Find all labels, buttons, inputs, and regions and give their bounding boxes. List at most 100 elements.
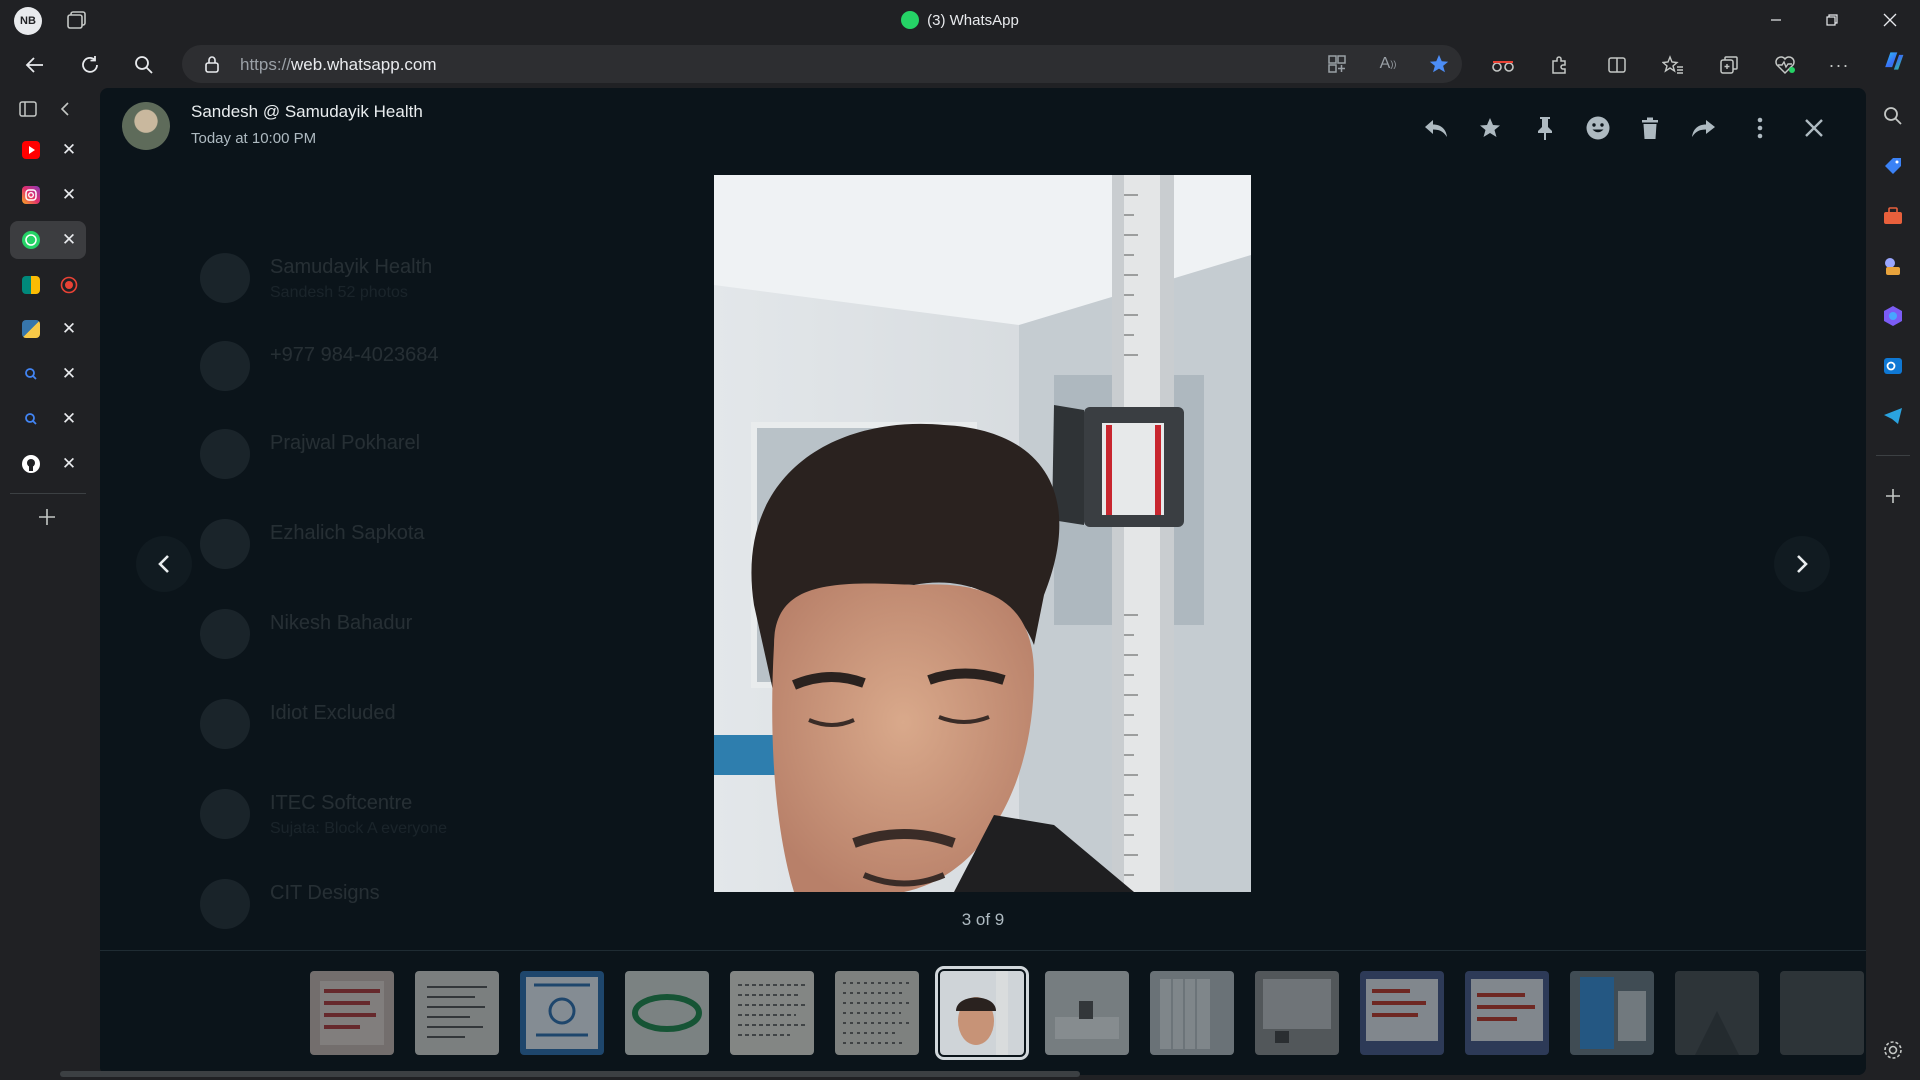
whatsapp-icon xyxy=(901,11,920,29)
vertical-tab-bar: ✕ ✕ ✕ ✕ ✕ ✕ ✕ xyxy=(0,88,96,1080)
list-item: Idiot Excluded xyxy=(200,694,760,754)
extensions-icon[interactable] xyxy=(1546,52,1572,78)
tab-youtube[interactable]: ✕ xyxy=(10,131,86,169)
tools-icon[interactable] xyxy=(1881,204,1905,228)
previous-media-button[interactable] xyxy=(136,536,192,592)
tab-actions-icon[interactable] xyxy=(18,100,38,123)
refresh-button[interactable] xyxy=(75,50,105,80)
settings-more-icon[interactable]: ··· xyxy=(1826,52,1852,78)
favorite-star-icon[interactable] xyxy=(1426,51,1452,77)
games-icon[interactable] xyxy=(1881,254,1905,278)
github-icon xyxy=(22,455,40,473)
add-sidebar-app-icon[interactable] xyxy=(1881,484,1905,508)
horizontal-scrollbar[interactable] xyxy=(60,1071,1080,1077)
list-item: +977 984-4023684 xyxy=(200,336,760,396)
apps-icon[interactable] xyxy=(1324,51,1350,77)
media-viewer: Samudayik Health Sandesh 52 photos +977 9… xyxy=(100,88,1866,1075)
divider xyxy=(1876,455,1910,456)
recording-indicator-icon[interactable] xyxy=(58,274,80,296)
forward-icon[interactable] xyxy=(1686,110,1722,146)
list-item: ITEC Softcentre Sujata: Block A everyone xyxy=(200,784,760,844)
close-tab-icon[interactable]: ✕ xyxy=(58,184,80,206)
search-icon[interactable] xyxy=(129,50,159,80)
thumbnail[interactable] xyxy=(1255,971,1339,1055)
list-item: Ezhalich Sapkota xyxy=(200,514,760,574)
tab-search-2[interactable]: ✕ xyxy=(10,400,86,438)
close-tab-icon[interactable]: ✕ xyxy=(58,408,80,430)
close-tab-icon[interactable]: ✕ xyxy=(58,453,80,475)
reply-icon[interactable] xyxy=(1418,110,1454,146)
divider xyxy=(10,493,86,494)
copilot-icon[interactable] xyxy=(1880,48,1906,74)
close-viewer-icon[interactable] xyxy=(1796,110,1832,146)
thumbnail-selected[interactable] xyxy=(935,966,1029,1060)
tab-python[interactable]: ✕ xyxy=(10,310,86,348)
thumbnail[interactable] xyxy=(1780,971,1864,1055)
thumbnail[interactable] xyxy=(1045,971,1129,1055)
close-window-button[interactable] xyxy=(1870,8,1910,32)
collapse-tabs-icon[interactable] xyxy=(58,100,72,123)
thumbnail[interactable] xyxy=(1570,971,1654,1055)
emoji-icon[interactable] xyxy=(1580,110,1616,146)
python-icon xyxy=(22,320,40,338)
sender-name[interactable]: Sandesh @ Samudayik Health xyxy=(191,102,423,122)
google-meet-icon xyxy=(22,276,40,294)
tab-github[interactable]: ✕ xyxy=(10,445,86,483)
shopping-tag-icon[interactable] xyxy=(1881,154,1905,178)
thumbnail[interactable] xyxy=(1465,971,1549,1055)
close-tab-icon[interactable]: ✕ xyxy=(58,318,80,340)
thumbnail[interactable] xyxy=(1360,971,1444,1055)
media-image xyxy=(714,175,1251,892)
close-tab-icon[interactable]: ✕ xyxy=(58,363,80,385)
tab-whatsapp[interactable]: ✕ xyxy=(10,221,86,259)
restore-button[interactable] xyxy=(1812,8,1852,32)
message-timestamp: Today at 10:00 PM xyxy=(191,130,317,147)
url-text[interactable]: https://web.whatsapp.com xyxy=(240,55,437,75)
tab-google-meet[interactable] xyxy=(10,266,86,304)
star-icon[interactable] xyxy=(1472,110,1508,146)
lock-icon[interactable] xyxy=(204,55,220,78)
copilot-app-icon[interactable] xyxy=(1881,304,1905,328)
search-icon xyxy=(22,365,40,383)
sender-avatar[interactable] xyxy=(122,102,170,150)
thumbnail[interactable] xyxy=(415,971,499,1055)
new-tab-button[interactable] xyxy=(36,506,58,533)
pin-icon[interactable] xyxy=(1527,110,1563,146)
thumbnail-strip xyxy=(100,950,1866,1075)
address-bar[interactable]: https://web.whatsapp.com A)) xyxy=(182,45,1462,83)
favorites-icon[interactable] xyxy=(1660,52,1686,78)
minimize-button[interactable] xyxy=(1756,8,1796,32)
thumbnail[interactable] xyxy=(1150,971,1234,1055)
thumbnail[interactable] xyxy=(520,971,604,1055)
thumbnail[interactable] xyxy=(835,971,919,1055)
background-chat-list: Samudayik Health Sandesh 52 photos +977 9… xyxy=(100,168,800,1068)
tab-search-1[interactable]: ✕ xyxy=(10,355,86,393)
instagram-icon xyxy=(22,186,40,204)
close-tab-icon[interactable]: ✕ xyxy=(58,139,80,161)
edge-sidebar xyxy=(1866,88,1920,1080)
read-aloud-icon[interactable]: A)) xyxy=(1375,51,1401,77)
thumbnail[interactable] xyxy=(625,971,709,1055)
outlook-icon[interactable] xyxy=(1881,354,1905,378)
collections-icon[interactable] xyxy=(1716,52,1742,78)
toolbar: https://web.whatsapp.com A)) ··· xyxy=(0,40,1920,88)
performance-icon[interactable] xyxy=(1772,52,1798,78)
tab-instagram[interactable]: ✕ xyxy=(10,176,86,214)
youtube-icon xyxy=(22,141,40,159)
thumbnail[interactable] xyxy=(310,971,394,1055)
thumbnail[interactable] xyxy=(1675,971,1759,1055)
delete-icon[interactable] xyxy=(1632,110,1668,146)
search-icon[interactable] xyxy=(1881,104,1905,128)
back-button[interactable] xyxy=(20,50,50,80)
window-title: (3) WhatsApp xyxy=(0,11,1920,29)
close-tab-icon[interactable]: ✕ xyxy=(58,229,80,251)
sidebar-settings-icon[interactable] xyxy=(1881,1038,1905,1062)
next-media-button[interactable] xyxy=(1774,536,1830,592)
telegram-icon[interactable] xyxy=(1881,404,1905,428)
split-screen-icon[interactable] xyxy=(1604,52,1630,78)
list-item: Samudayik Health Sandesh 52 photos xyxy=(200,248,760,308)
thumbnail[interactable] xyxy=(730,971,814,1055)
more-options-icon[interactable] xyxy=(1742,110,1778,146)
browser-essentials-icon[interactable] xyxy=(1490,52,1516,78)
search-icon xyxy=(22,410,40,428)
